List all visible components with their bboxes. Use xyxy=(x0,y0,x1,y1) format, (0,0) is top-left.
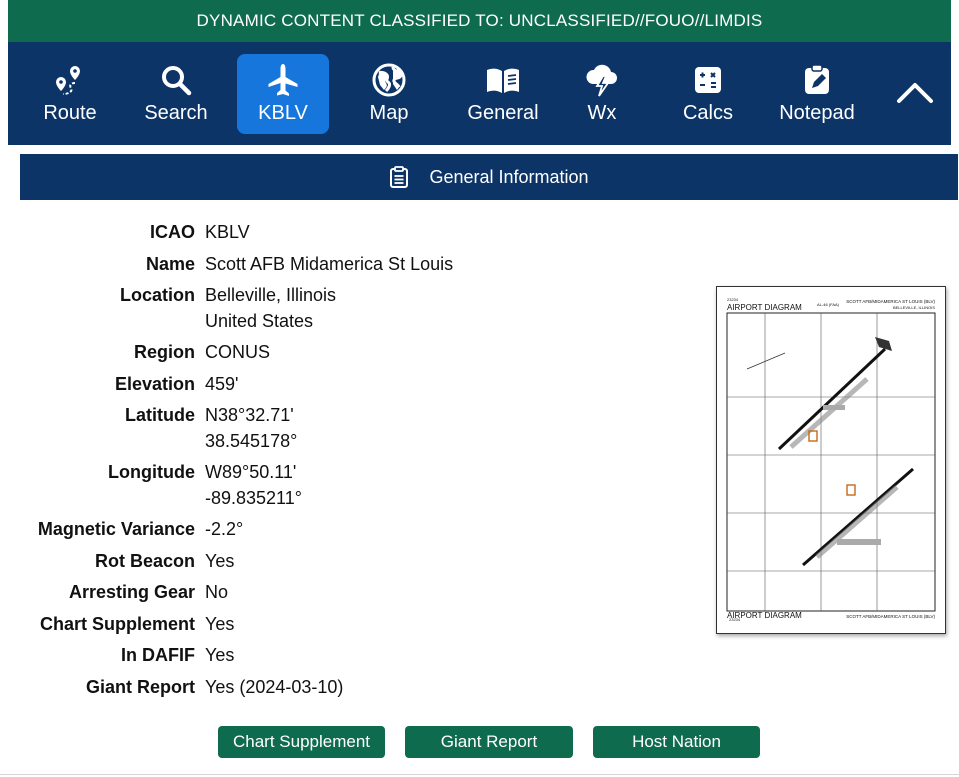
info-value-line: United States xyxy=(205,310,314,331)
route-icon xyxy=(53,60,87,100)
tab-label: Wx xyxy=(587,102,617,124)
info-value-line: Yes (2024-03-10) xyxy=(205,676,344,697)
info-value: No xyxy=(205,580,700,606)
info-value-line: Yes xyxy=(205,613,235,634)
globe-icon xyxy=(371,60,407,100)
tab-label: Calcs xyxy=(682,102,733,124)
calculator-icon xyxy=(693,60,723,100)
info-row: Rot Beacon Yes xyxy=(0,549,700,575)
search-icon xyxy=(160,60,192,100)
info-label: Longitude xyxy=(108,462,195,482)
bottom-divider xyxy=(0,774,959,775)
diagram-al-code: AL-46 (FAA) xyxy=(817,302,840,307)
info-value-line: -2.2° xyxy=(205,519,244,539)
info-row: Magnetic Variance -2.2° xyxy=(0,517,700,543)
info-label: Region xyxy=(134,342,195,362)
tab-calcs[interactable]: Calcs xyxy=(662,54,754,134)
info-row: Name Scott AFB Midamerica St Louis xyxy=(0,252,700,278)
tab-map[interactable]: Map xyxy=(343,54,435,134)
info-value-line: Yes xyxy=(205,645,235,665)
info-row: Arresting Gear No xyxy=(0,580,700,606)
section-header: General Information xyxy=(20,154,958,200)
giant-report-button[interactable]: Giant Report xyxy=(405,726,573,758)
info-value-line: No xyxy=(205,582,229,602)
info-value-line: 38.545178° xyxy=(205,430,298,451)
info-value-line: Yes xyxy=(205,550,235,571)
tab-route[interactable]: Route xyxy=(24,54,116,134)
info-value-line: CONUS xyxy=(205,342,271,362)
book-icon xyxy=(485,60,521,100)
info-label: ICAO xyxy=(150,222,195,242)
info-value: KBLV xyxy=(205,220,700,246)
info-value: Yes xyxy=(205,643,700,669)
info-value-line: N38°32.71' xyxy=(205,405,294,425)
info-value-line: KBLV xyxy=(205,222,250,242)
tab-kblv[interactable]: KBLV xyxy=(237,54,329,134)
clipboard-icon xyxy=(389,166,409,188)
info-value: N38°32.71' 38.545178° xyxy=(205,403,700,454)
info-label: Location xyxy=(120,285,195,305)
info-value: 459' xyxy=(205,372,700,398)
info-row: ICAO KBLV xyxy=(0,220,700,246)
info-row: Location Belleville, Illinois United State… xyxy=(0,283,700,334)
info-row: Chart Supplement Yes xyxy=(0,612,700,638)
airplane-icon xyxy=(265,60,301,100)
diagram-city: BELLEVILLE, ILLINOIS xyxy=(893,305,935,310)
info-label: Arresting Gear xyxy=(68,582,195,602)
general-info-list: ICAO KBLV Name Scott AFB Midamerica St Loui… xyxy=(0,220,700,706)
tab-label: KBLV xyxy=(258,102,308,124)
tab-general[interactable]: General xyxy=(449,54,557,134)
info-value: Yes xyxy=(205,612,700,638)
info-row: Latitude N38°32.71' 38.545178° xyxy=(0,403,700,454)
info-row: Longitude W89°50.11' -89.835211° xyxy=(0,460,700,511)
tab-label: General xyxy=(467,102,539,124)
info-value: Scott AFB Midamerica St Louis xyxy=(205,252,700,278)
info-value-line: W89°50.11' xyxy=(205,462,297,482)
collapse-toolbar-button[interactable] xyxy=(893,72,937,116)
diagram-airport: SCOTT AFB/MIDAMERICA ST LOUIS (BLV) xyxy=(846,299,935,304)
info-value: CONUS xyxy=(205,340,700,366)
info-row: Elevation 459' xyxy=(0,372,700,398)
info-row: Region CONUS xyxy=(0,340,700,366)
info-label: Rot Beacon xyxy=(94,550,195,571)
chevron-up-icon xyxy=(896,80,934,109)
chart-supplement-button[interactable]: Chart Supplement xyxy=(218,726,385,758)
tab-label: Map xyxy=(369,102,409,124)
diagram-cycle: 23234 xyxy=(727,297,739,302)
tab-label: Notepad xyxy=(779,102,855,124)
airport-diagram-thumbnail[interactable]: 23234 AIRPORT DIAGRAM AL-46 (FAA) SCOTT … xyxy=(716,286,946,634)
main-toolbar: Route Search KBLV Map General Wx Calcs N… xyxy=(8,42,951,145)
tab-label: Search xyxy=(144,102,208,124)
section-title: General Information xyxy=(429,166,589,187)
info-value: Belleville, Illinois United States xyxy=(205,283,700,334)
classification-banner: DYNAMIC CONTENT CLASSIFIED TO: UNCLASSIF… xyxy=(8,0,951,42)
info-value: W89°50.11' -89.835211° xyxy=(205,460,700,511)
tab-notepad[interactable]: Notepad xyxy=(768,54,866,134)
info-value-line: 459' xyxy=(205,373,239,394)
info-value-line: Scott AFB Midamerica St Louis xyxy=(205,253,454,274)
info-value-line: -89.835211° xyxy=(205,487,302,508)
diagram-title-top: AIRPORT DIAGRAM xyxy=(727,303,802,312)
info-label: Name xyxy=(145,253,195,274)
tab-label: Route xyxy=(43,102,97,124)
info-label: Magnetic Variance xyxy=(37,519,195,539)
tab-wx[interactable]: Wx xyxy=(556,54,648,134)
diagram-airport-bottom: SCOTT AFB/MIDAMERICA ST LOUIS (BLV) xyxy=(846,614,935,619)
info-value: Yes xyxy=(205,549,700,575)
info-value: -2.2° xyxy=(205,517,700,543)
info-label: Elevation xyxy=(114,373,195,394)
diagram-title-bottom: AIRPORT DIAGRAM xyxy=(727,611,802,620)
info-row: In DAFIF Yes xyxy=(0,643,700,669)
info-value: Yes (2024-03-10) xyxy=(205,675,700,701)
tab-search[interactable]: Search xyxy=(130,54,222,134)
weather-icon xyxy=(583,60,621,100)
info-label: Chart Supplement xyxy=(39,613,195,634)
info-label: In DAFIF xyxy=(121,645,195,665)
notepad-icon xyxy=(802,60,832,100)
info-label: Giant Report xyxy=(85,676,195,697)
host-nation-button[interactable]: Host Nation xyxy=(593,726,760,758)
info-row: Giant Report Yes (2024-03-10) xyxy=(0,675,700,701)
info-value-line: Belleville, Illinois xyxy=(205,285,337,305)
info-label: Latitude xyxy=(125,405,195,425)
